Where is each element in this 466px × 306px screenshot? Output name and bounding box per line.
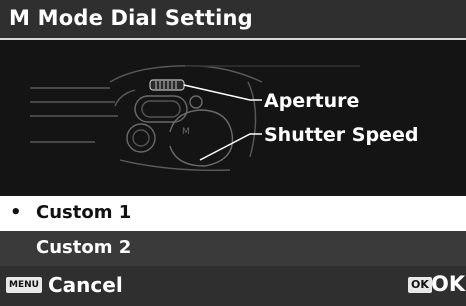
page-title: M Mode Dial Setting [9,6,253,30]
option-custom-1[interactable]: • Custom 1 [0,196,466,231]
title-bar: M Mode Dial Setting [0,0,466,40]
ok-key-icon: OK [408,277,432,293]
option-custom-2[interactable]: Custom 2 [0,231,466,266]
camera-outline-graphic: M [30,65,360,171]
selected-bullet: • [10,202,22,223]
dial-graphic [149,79,185,91]
menu-key-icon: MENU [6,277,42,293]
footer-bar: MENU Cancel OK OK [0,266,466,306]
ok-button[interactable]: OK [431,272,465,296]
option-list: • Custom 1 Custom 2 [0,196,466,266]
dial-mark: M [182,127,190,137]
cancel-button[interactable]: Cancel [48,273,123,297]
option-label: Custom 2 [36,237,132,258]
option-label: Custom 1 [36,202,132,223]
callout-shutter-speed: Shutter Speed [264,124,419,146]
camera-top-illustration: M Aperture Shutter Speed [0,42,466,194]
camera-menu-screen: M Mode Dial Setting M Aperture Shutter S… [0,0,466,306]
callout-aperture: Aperture [264,90,360,112]
